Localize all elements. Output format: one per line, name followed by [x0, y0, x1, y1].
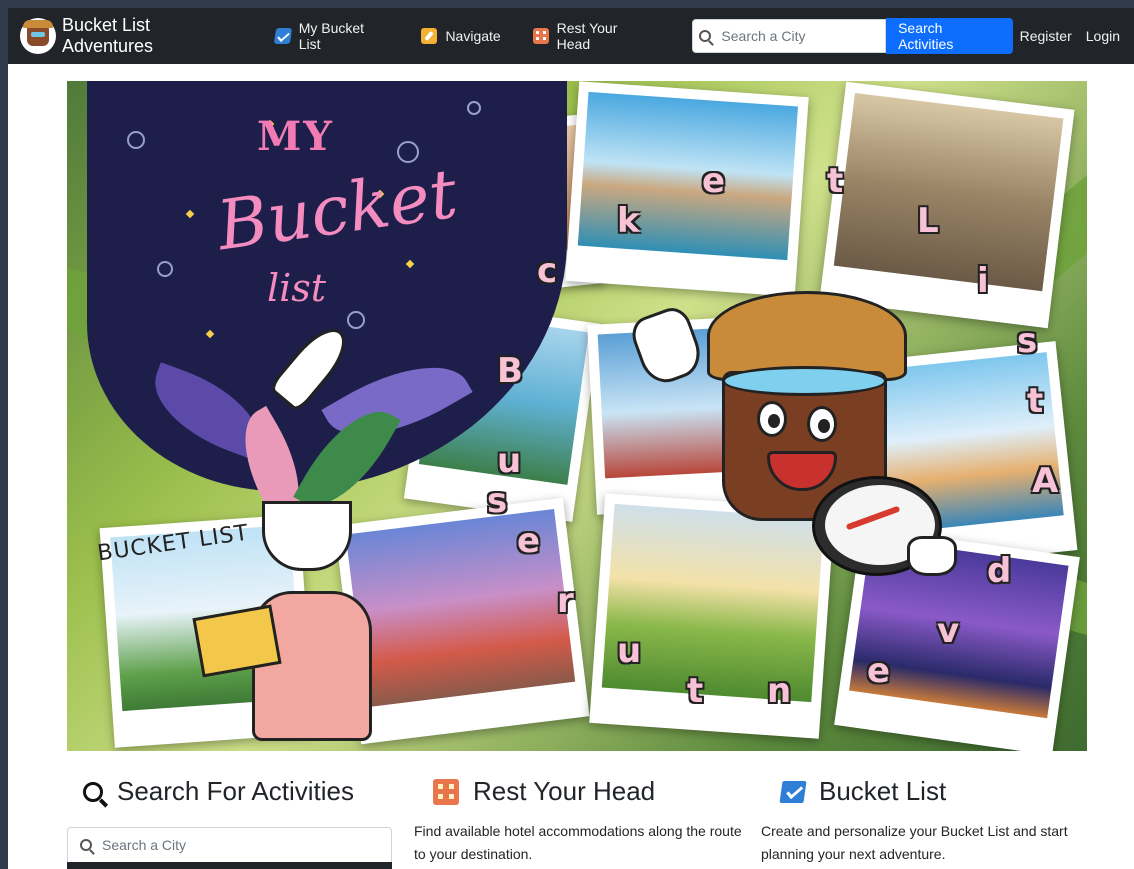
auth-links: Register Login: [1020, 28, 1134, 44]
mascot-water: [722, 366, 887, 396]
photo-poznan: [334, 497, 590, 745]
section-bucket-list-text: Create and personalize your Bucket List …: [761, 823, 1068, 862]
search-activities-button[interactable]: Search Activities: [886, 18, 1013, 54]
search-icon: [699, 30, 712, 42]
banner-letter: e: [517, 521, 541, 561]
activities-search-input[interactable]: [102, 837, 382, 853]
photo-hills: [589, 493, 835, 739]
activities-search-field: [67, 827, 392, 863]
nav-search-input[interactable]: [721, 28, 872, 44]
section-title-text: Bucket List: [819, 776, 947, 806]
section-bucket-list-title: Bucket List: [779, 776, 947, 807]
hotel-icon: [532, 28, 549, 44]
nav-my-bucket-list-label: My Bucket List: [298, 20, 365, 52]
banner-letter: s: [487, 481, 508, 521]
banner-letter: B: [497, 351, 523, 391]
banner-letter: r: [557, 581, 574, 621]
teacup-head-illustration: [262, 501, 352, 571]
banner-letter: A: [1032, 461, 1059, 501]
section-rest-your-head-text: Find available hotel accommodations alon…: [414, 823, 742, 862]
section-search-activities-title: Search For Activities: [83, 776, 354, 807]
nav-my-bucket-list[interactable]: My Bucket List: [273, 20, 390, 52]
banner-letter: i: [977, 261, 989, 301]
brand-title: Bucket List Adventures: [61, 15, 153, 56]
mascot-eye: [757, 401, 787, 437]
banner-letter: d: [987, 551, 1012, 591]
photo-zurich: [565, 81, 809, 297]
nav-rest-your-head[interactable]: Rest Your Head: [532, 20, 655, 52]
hotel-icon: [433, 778, 459, 805]
photo-prague: [819, 81, 1075, 329]
section-rest-your-head-title: Rest Your Head: [433, 776, 655, 807]
swirl: [467, 101, 481, 115]
section-title-text: Rest Your Head: [473, 776, 656, 806]
hero-title-my: MY: [257, 113, 334, 160]
compass-icon: [421, 28, 438, 44]
hero-collage: MY Bucket list B u c k e t L i s t A d v…: [67, 81, 1087, 751]
activities-search-button[interactable]: [67, 862, 392, 869]
banner-letter: k: [617, 201, 640, 241]
nav-navigate-label: Navigate: [445, 28, 501, 44]
swirl: [157, 261, 173, 277]
banner-letter: c: [537, 251, 558, 291]
banner-letter: e: [702, 161, 726, 201]
banner-letter: v: [937, 611, 960, 651]
brand[interactable]: Bucket List Adventures: [20, 15, 245, 57]
bucket-check-icon: [779, 780, 807, 803]
nav-search-field: [692, 19, 887, 53]
nav-rest-your-head-label: Rest Your Head: [556, 20, 618, 52]
banner-letter: t: [827, 161, 844, 201]
page-frame: Bucket List Adventures My Bucket List Na…: [8, 8, 1134, 869]
mascot-glove: [907, 536, 957, 576]
bucket-check-icon: [273, 28, 292, 44]
register-link[interactable]: Register: [1020, 28, 1072, 44]
hero-title-list: list: [267, 266, 327, 310]
banner-letter: n: [767, 671, 792, 711]
top-navbar: Bucket List Adventures My Bucket List Na…: [8, 8, 1134, 64]
banner-letter: u: [617, 631, 642, 671]
search-icon: [80, 839, 92, 851]
banner-letter: L: [917, 201, 939, 241]
nav-navigate[interactable]: Navigate: [421, 28, 501, 44]
banner-letter: e: [867, 651, 891, 691]
swirl: [347, 311, 365, 329]
banner-letter: t: [687, 671, 704, 711]
banner-letter: s: [1017, 321, 1038, 361]
section-title-text: Search For Activities: [117, 776, 354, 806]
banner-letter: u: [497, 441, 522, 481]
bucket-mascot-logo-icon: [20, 18, 56, 54]
swirl: [127, 131, 145, 149]
mascot-eye: [807, 406, 837, 442]
nav-links: My Bucket List Navigate Rest Your Head: [273, 20, 687, 52]
login-link[interactable]: Login: [1086, 28, 1120, 44]
search-icon: [83, 781, 103, 802]
nav-search-group: Search Activities: [692, 18, 1013, 54]
banner-letter: t: [1027, 381, 1044, 421]
